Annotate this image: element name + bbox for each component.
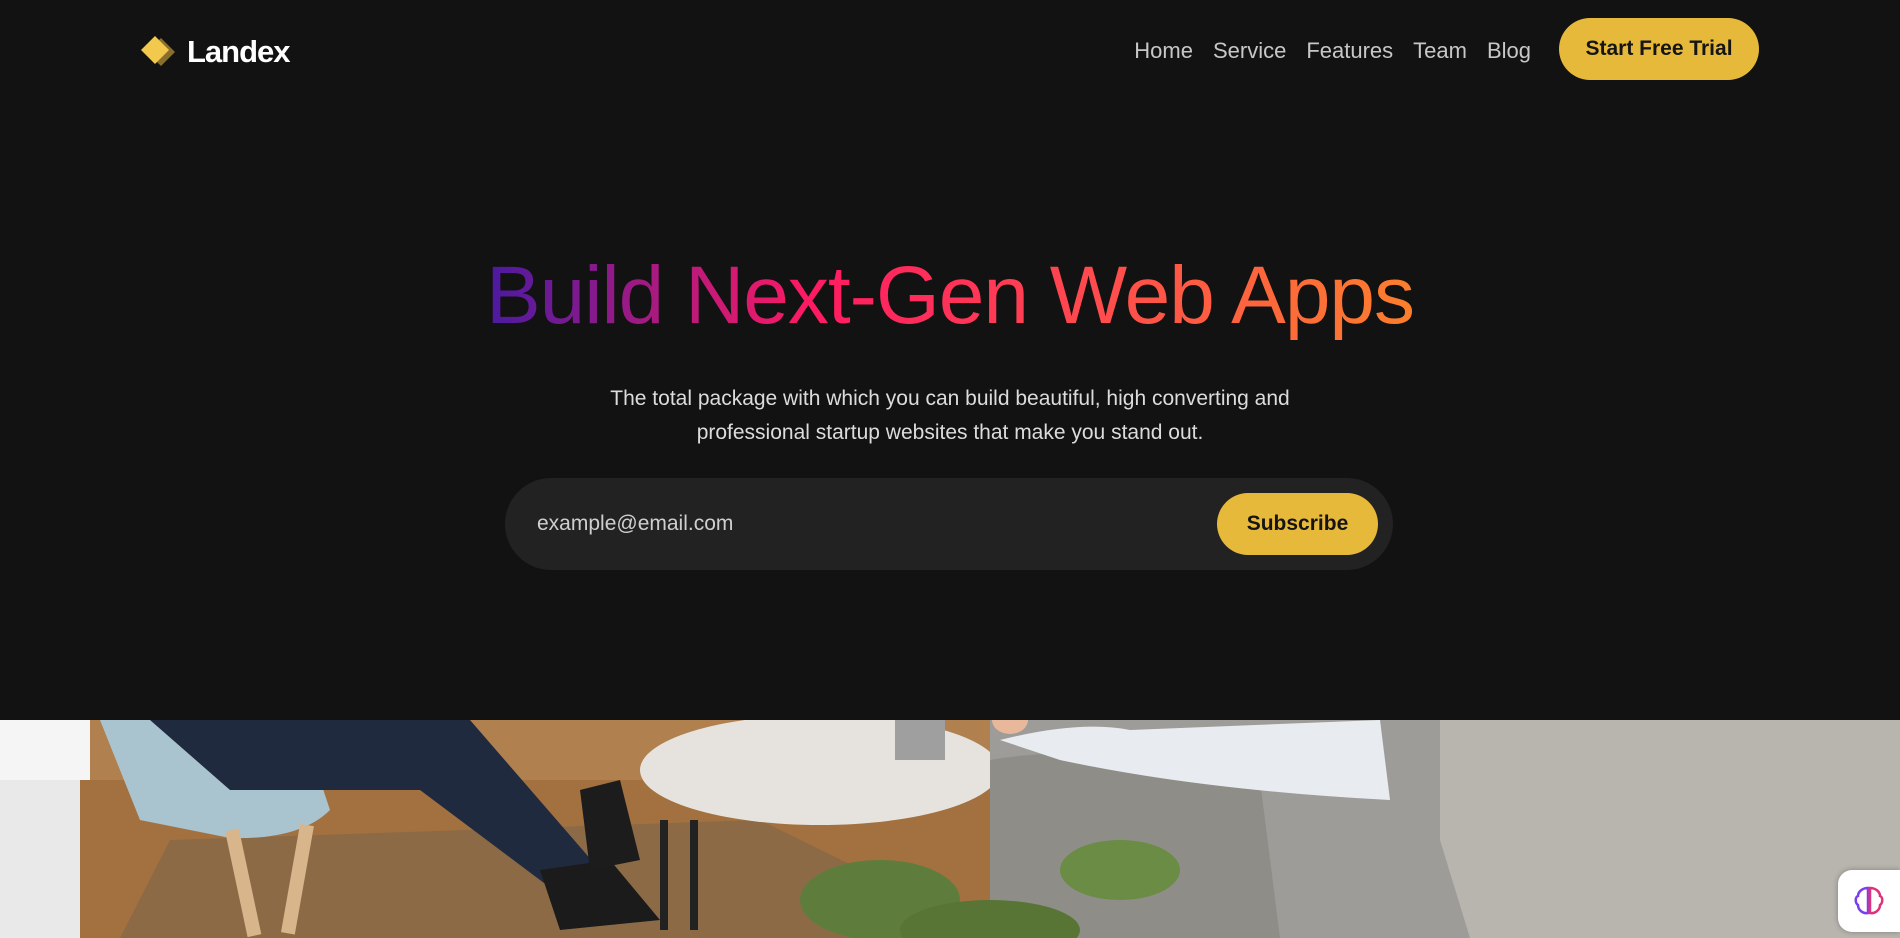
nav-team[interactable]: Team bbox=[1413, 38, 1467, 64]
nav-blog[interactable]: Blog bbox=[1487, 38, 1531, 64]
email-input[interactable] bbox=[537, 504, 1177, 544]
hero-subtitle: The total package with which you can bui… bbox=[550, 382, 1350, 450]
hero-subtitle-line1: The total package with which you can bui… bbox=[610, 387, 1290, 410]
hero-subtitle-line2: professional startup websites that make … bbox=[696, 421, 1204, 444]
nav-home[interactable]: Home bbox=[1134, 38, 1193, 64]
brand-name: Landex bbox=[187, 34, 291, 69]
office-lounge-image bbox=[0, 720, 1900, 938]
brand-logo[interactable]: Landex bbox=[139, 32, 291, 72]
diamond-logo-icon bbox=[141, 36, 175, 66]
site-header: Landex Home Service Features Team Blog S… bbox=[0, 0, 1900, 100]
hero-photo bbox=[0, 720, 1900, 938]
assistant-widget-button[interactable] bbox=[1838, 870, 1900, 932]
nav-features[interactable]: Features bbox=[1306, 38, 1393, 64]
brain-icon bbox=[1854, 886, 1884, 915]
subscribe-button[interactable]: Subscribe bbox=[1217, 493, 1378, 555]
subscribe-form: Subscribe bbox=[505, 478, 1393, 570]
main-nav: Home Service Features Team Blog bbox=[1134, 36, 1531, 66]
hero-title-text: Build Next-Gen Web Apps bbox=[485, 250, 1415, 341]
nav-service[interactable]: Service bbox=[1213, 38, 1286, 64]
hero-title: Build Next-Gen Web Apps bbox=[0, 248, 1900, 344]
start-free-trial-button[interactable]: Start Free Trial bbox=[1559, 18, 1759, 80]
